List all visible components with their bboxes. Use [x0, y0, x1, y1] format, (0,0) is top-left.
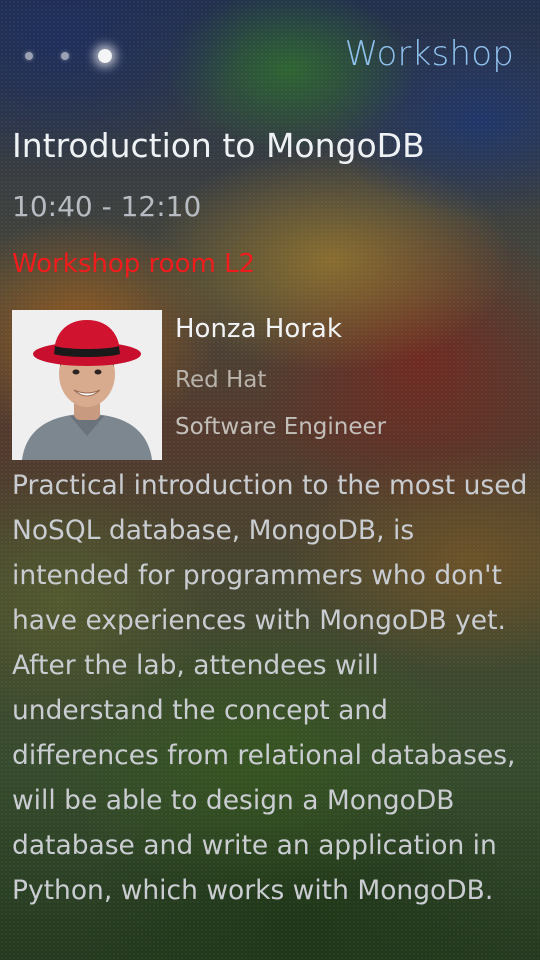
page-dot-active	[92, 43, 118, 69]
speaker-name: Honza Horak	[175, 314, 342, 344]
speaker-role: Software Engineer	[175, 414, 387, 440]
session-title: Introduction to MongoDB	[12, 126, 425, 165]
speaker-company: Red Hat	[175, 367, 267, 393]
page-header-title: Workshop	[344, 34, 514, 74]
page-indicator	[20, 42, 118, 70]
session-detail-page: Workshop Introduction to MongoDB 10:40 -…	[0, 0, 540, 960]
session-time: 10:40 - 12:10	[12, 190, 202, 223]
speaker-avatar	[12, 310, 162, 460]
speaker-photo-icon	[12, 310, 162, 460]
session-room[interactable]: Workshop room L2	[12, 249, 255, 279]
page-dot	[20, 47, 38, 65]
session-description: Practical introduction to the most used …	[12, 470, 528, 906]
page-dot	[56, 47, 74, 65]
speaker-card[interactable]: Honza Horak Red Hat Software Engineer	[12, 310, 528, 460]
